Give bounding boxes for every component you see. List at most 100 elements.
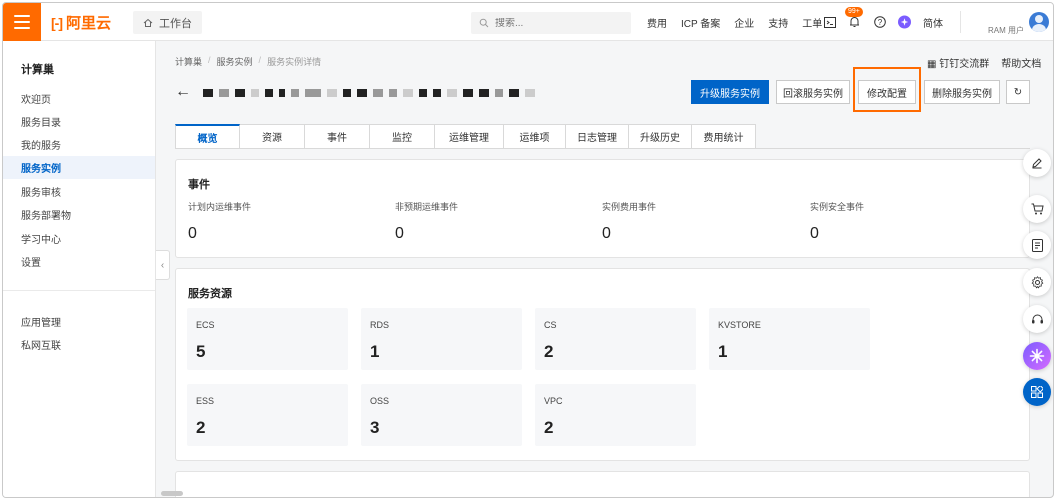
sidebar-item-service-instances[interactable]: 服务实例 [3,156,155,179]
back-arrow-icon[interactable]: ← [175,83,191,101]
sidebar-item-app-management[interactable]: 应用管理 [3,310,155,333]
resource-oss[interactable]: OSS 3 [361,384,522,446]
breadcrumb-item[interactable]: 服务实例 [217,55,253,68]
chevron-left-icon: ‹ [160,259,165,271]
resource-count: 1 [370,342,380,361]
stat-security-events: 实例安全事件 0 [810,200,864,243]
link-ticket[interactable]: 工单 [802,15,822,30]
menu-button[interactable] [3,3,41,41]
stat-value[interactable]: 0 [395,225,458,243]
resources-title: 服务资源 [188,288,232,300]
tab-upgrade-history[interactable]: 升级历史 [629,124,692,149]
resource-name: ECS [196,320,215,330]
resource-cs[interactable]: CS 2 [535,308,696,370]
tab-resources[interactable]: 资源 [240,124,305,149]
resource-count: 2 [196,418,206,437]
settings-gear-icon[interactable] [1023,268,1051,296]
stat-value[interactable]: 0 [810,225,864,243]
cart-icon[interactable] [1023,195,1051,223]
headset-support-icon[interactable] [1023,305,1051,333]
sidebar-item-private-network[interactable]: 私网互联 [3,333,155,356]
resource-name: CS [544,320,557,330]
sidebar-item-learning[interactable]: 学习中心 [3,227,155,250]
home-icon [143,18,153,27]
sidebar-item-service-review[interactable]: 服务审核 [3,180,155,203]
dingtalk-icon: ▦ [927,59,937,70]
resource-kvstore[interactable]: KVSTORE 1 [709,308,870,370]
sidebar-item-my-services[interactable]: 我的服务 [3,133,155,156]
tab-logs[interactable]: 日志管理 [566,124,629,149]
logo[interactable]: [-] 阿里云 [51,12,111,33]
help-icon[interactable]: ? [873,16,886,29]
top-icons: 99+ ? 简体 [823,3,943,41]
tab-cost-stats[interactable]: 费用统计 [692,124,756,149]
language-switch[interactable]: 简体 [923,15,943,30]
rollback-instance-button[interactable]: 回滚服务实例 [776,80,850,104]
resource-vpc[interactable]: VPC 2 [535,384,696,446]
notification-badge: 99+ [845,6,863,17]
upgrade-instance-button[interactable]: 升级服务实例 [691,80,769,104]
stat-label: 非预期运维事件 [395,202,459,212]
search-input[interactable] [495,17,615,29]
dingtalk-label: 钉钉交流群 [939,59,990,70]
stat-value[interactable]: 0 [188,225,251,243]
workbench-button[interactable]: 工作台 [133,11,202,34]
edit-icon[interactable] [1023,149,1051,177]
resource-name: KVSTORE [718,320,761,330]
link-support[interactable]: 支持 [768,15,788,30]
resource-ecs[interactable]: ECS 5 [187,308,348,370]
sidebar-collapse-button[interactable]: ‹ [156,250,170,280]
resource-count: 1 [718,342,728,361]
stat-label: 实例安全事件 [810,202,865,212]
sidebar-divider [3,290,155,291]
refresh-button[interactable]: ↻ [1006,80,1030,104]
sidebar-item-deployables[interactable]: 服务部署物 [3,203,155,226]
tab-ops-items[interactable]: 运维项 [504,124,566,149]
ai-assistant-icon[interactable] [898,15,911,29]
tab-monitoring[interactable]: 监控 [370,124,435,149]
tab-ops-management[interactable]: 运维管理 [435,124,504,149]
resource-name: VPC [544,396,563,406]
breadcrumb-item[interactable]: 计算巢 [175,55,202,68]
tab-bar: 概览 资源 事件 监控 运维管理 运维项 日志管理 升级历史 费用统计 [175,124,756,149]
logo-text: 阿里云 [66,15,112,32]
resource-rds[interactable]: RDS 1 [361,308,522,370]
horizontal-scrollbar[interactable] [161,491,183,496]
stat-planned-ops: 计划内运维事件 0 [188,200,251,243]
resource-ess[interactable]: ESS 2 [187,384,348,446]
events-card: 事件 计划内运维事件 0 非预期运维事件 0 实例费用事件 0 实例安全事件 0 [175,159,1030,258]
tabs-underline [175,148,1030,149]
link-enterprise[interactable]: 企业 [734,15,754,30]
sidebar: 计算巢 欢迎页 服务目录 我的服务 服务实例 服务审核 服务部署物 学习中心 设… [3,41,156,497]
events-title: 事件 [188,179,210,191]
logo-icon: [-] [51,14,63,31]
link-icp[interactable]: ICP 备案 [681,15,720,30]
sidebar-title: 计算巢 [21,64,54,76]
app-window: [-] 阿里云 工作台 费用 ICP 备案 企业 支持 工单 99+ [2,2,1054,498]
user-label[interactable]: RAM 用户 [988,25,1024,36]
terminal-icon[interactable] [823,16,836,29]
ai-spark-icon[interactable] [1023,342,1051,370]
sidebar-item-service-catalog[interactable]: 服务目录 [3,110,155,133]
highlight-box [853,67,921,112]
tab-overview[interactable]: 概览 [175,124,240,149]
sidebar-item-settings[interactable]: 设置 [3,250,155,273]
avatar[interactable] [1029,12,1049,32]
document-icon[interactable] [1023,231,1051,259]
search-box[interactable] [471,12,631,34]
help-doc-link[interactable]: 帮助文档 [1001,55,1041,70]
stat-cost-events: 实例费用事件 0 [602,200,656,243]
sidebar-item-welcome[interactable]: 欢迎页 [3,87,155,110]
instance-title-redacted [203,89,535,97]
breadcrumb-current: 服务实例详情 [267,57,322,67]
bell-icon[interactable]: 99+ [845,6,863,29]
delete-instance-button[interactable]: 删除服务实例 [924,80,1000,104]
resource-name: RDS [370,320,390,330]
search-icon [479,18,489,28]
stat-value[interactable]: 0 [602,225,656,243]
breadcrumb-separator: / [208,55,211,65]
link-billing[interactable]: 费用 [647,15,667,30]
apps-grid-icon[interactable] [1023,378,1051,406]
dingtalk-link[interactable]: ▦ 钉钉交流群 [927,55,989,70]
tab-events[interactable]: 事件 [305,124,370,149]
